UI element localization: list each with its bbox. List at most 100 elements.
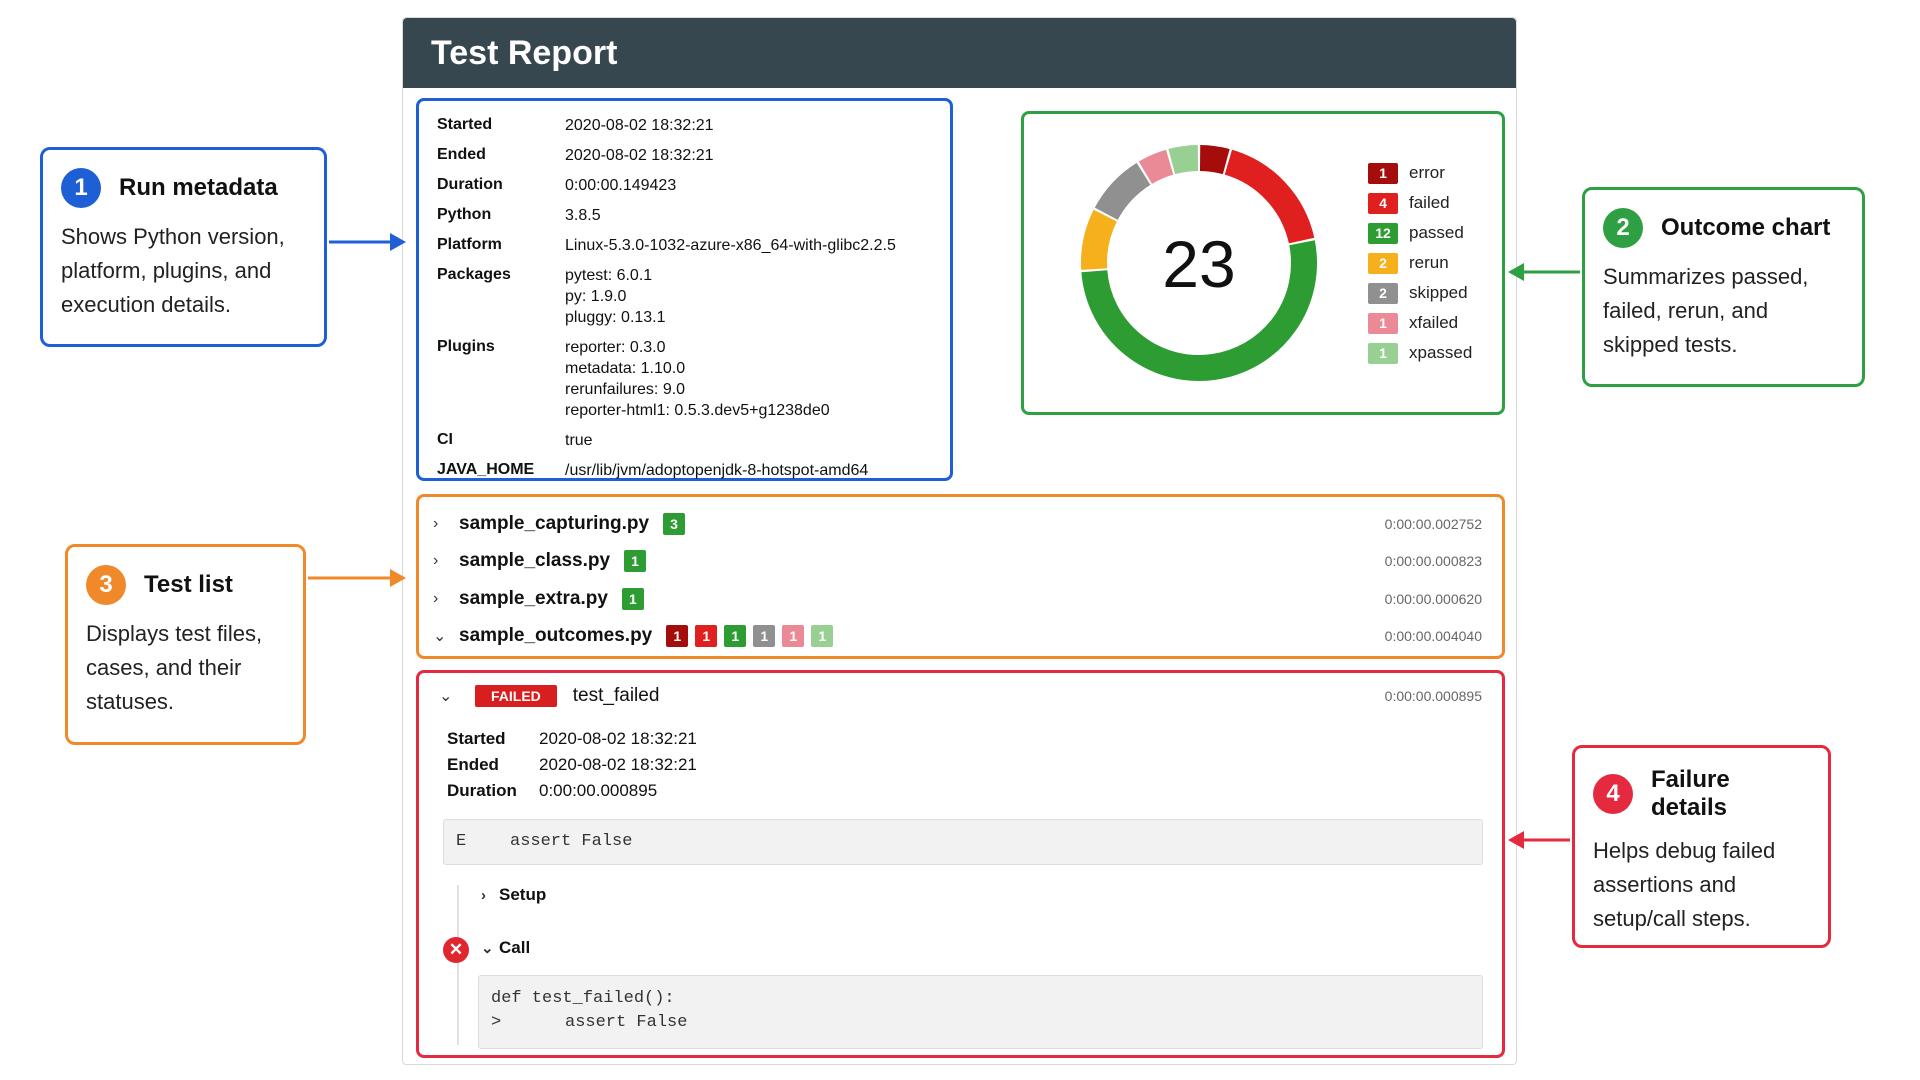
call-label: Call <box>499 938 531 957</box>
chevron-right-icon[interactable]: › <box>433 552 459 570</box>
callout-number: 2 <box>1603 208 1643 248</box>
metadata-value-line: reporter: 0.3.0 <box>565 339 666 356</box>
steps-divider <box>457 885 459 1045</box>
error-icon: ✕ <box>443 937 469 963</box>
test-file-row[interactable]: › sample_extra.py 1 0:00:00.000620 <box>419 580 1502 618</box>
failure-detail-key: Ended <box>447 755 499 774</box>
metadata-value: pytest: 6.0.1 py: 1.9.0 pluggy: 0.13.1 <box>565 265 666 328</box>
metadata-row: CI true <box>437 430 932 451</box>
metadata-key: JAVA_HOME <box>437 461 535 478</box>
test-file-name[interactable]: sample_outcomes.py <box>459 625 652 647</box>
legend-item-passed: 12 passed <box>1368 218 1472 248</box>
test-file-row[interactable]: ⌄ sample_outcomes.py 1 1 1 1 1 1 0:00:00.004040 <box>419 618 1502 656</box>
outcome-legend: 1 error 4 failed 12 passed 2 rerun 2 skipped 1 xfai… <box>1368 158 1472 368</box>
arrow-run-metadata <box>329 233 406 251</box>
failure-detail-row: Duration 0:00:00.000895 <box>447 781 697 801</box>
metadata-row: Python 3.8.5 <box>437 205 932 226</box>
test-file-duration: 0:00:00.000823 <box>1384 553 1482 570</box>
setup-step[interactable]: › Setup <box>481 885 546 905</box>
legend-count-badge: 1 <box>1368 312 1398 334</box>
test-report-panel: Test Report Started 2020-08-02 18:32:21 En… <box>402 17 1517 1065</box>
run-metadata-table: Started 2020-08-02 18:32:21 Ended 2020-08-0… <box>416 98 953 481</box>
metadata-row: Plugins reporter: 0.3.0 metadata: 1.10.0 re… <box>437 337 932 421</box>
metadata-key: Duration <box>437 176 503 193</box>
failure-detail-key: Started <box>447 729 506 748</box>
failure-detail-value: 2020-08-02 18:32:21 <box>539 729 697 748</box>
metadata-value: reporter: 0.3.0 metadata: 1.10.0 rerunfail… <box>565 337 830 421</box>
legend-count-badge: 1 <box>1368 162 1398 184</box>
setup-label: Setup <box>499 885 547 904</box>
metadata-key: Started <box>437 116 493 133</box>
metadata-value-line: 3.8.5 <box>565 207 601 224</box>
legend-label: failed <box>1409 193 1450 212</box>
failed-test-duration: 0:00:00.000895 <box>1384 688 1482 704</box>
metadata-value-line: /usr/lib/jvm/adoptopenjdk-8-hotspot-amd6… <box>565 462 869 479</box>
legend-count-badge: 12 <box>1368 222 1398 244</box>
test-file-row[interactable]: › sample_class.py 1 0:00:00.000823 <box>419 543 1502 581</box>
outcome-count-badge: 3 <box>663 512 686 535</box>
metadata-row: Duration 0:00:00.149423 <box>437 175 932 196</box>
outcome-chart: 23 1 error 4 failed 12 passed 2 rerun 2 skipped 1 x… <box>1021 111 1505 415</box>
outcome-donut-chart: 23 <box>1081 145 1317 381</box>
metadata-key: Plugins <box>437 338 495 355</box>
callout-body: Helps debug failed assertions and setup/… <box>1593 838 1776 931</box>
failed-test-details: Started 2020-08-02 18:32:21 Ended 2020-08-0… <box>447 729 697 807</box>
chevron-down-icon[interactable]: ⌄ <box>433 626 459 646</box>
test-file-name[interactable]: sample_extra.py <box>459 588 608 610</box>
assertion-error-block: Eassert False <box>443 819 1483 865</box>
metadata-value-line: py: 1.9.0 <box>565 288 627 305</box>
outcome-count-badge: 1 <box>624 550 647 573</box>
chevron-right-icon[interactable]: › <box>433 515 459 533</box>
legend-count-badge: 2 <box>1368 252 1398 274</box>
chevron-down-icon[interactable]: ⌄ <box>439 686 465 706</box>
metadata-row: JAVA_HOME/usr/lib/jvm/adoptopenjdk-8-hot… <box>437 460 932 481</box>
failed-test-header[interactable]: ⌄ FAILED test_failed 0:00:00.000895 <box>439 683 1482 709</box>
total-count-label: 23 <box>1162 227 1235 301</box>
metadata-value-line: rerunfailures: 9.0 <box>565 381 686 398</box>
chevron-right-icon[interactable]: › <box>481 887 499 904</box>
metadata-key: CI <box>437 431 453 448</box>
legend-item-error: 1 error <box>1368 158 1472 188</box>
metadata-key: Ended <box>437 146 486 163</box>
code-line: assert False <box>565 1013 688 1032</box>
test-file-row[interactable]: › sample_capturing.py 3 0:00:00.002752 <box>419 505 1502 543</box>
callout-number: 1 <box>61 168 101 208</box>
metadata-value-line: pytest: 6.0.1 <box>565 267 653 284</box>
donut-slice-xfailed <box>1138 149 1174 185</box>
metadata-value: Linux-5.3.0-1032-azure-x86_64-with-glibc… <box>565 235 896 256</box>
callout-body: Displays test files, cases, and their st… <box>86 621 263 714</box>
callout-run-metadata: 1 Run metadata Shows Python version, pla… <box>40 147 327 347</box>
chevron-down-icon[interactable]: ⌄ <box>481 939 499 957</box>
legend-label: passed <box>1409 223 1464 242</box>
call-step[interactable]: ⌄ Call <box>481 938 530 958</box>
callout-body: Summarizes passed, failed, rerun, and sk… <box>1603 264 1809 357</box>
failure-details: ⌄ FAILED test_failed 0:00:00.000895 Star… <box>416 670 1505 1058</box>
outcome-count-badge: 1 <box>724 625 747 648</box>
metadata-value: 3.8.5 <box>565 205 601 226</box>
metadata-value-line: 2020-08-02 18:32:21 <box>565 147 714 164</box>
metadata-key: Platform <box>437 236 502 253</box>
test-file-name[interactable]: sample_capturing.py <box>459 513 649 535</box>
code-marker: > <box>491 1013 502 1032</box>
metadata-value-line: Linux-5.3.0-1032-azure-x86_64-with-glibc… <box>565 237 896 254</box>
legend-label: xfailed <box>1409 313 1459 332</box>
donut-slice-skipped <box>1094 162 1151 221</box>
failure-detail-value: 0:00:00.000895 <box>539 781 658 800</box>
outcome-count-badge: 1 <box>666 625 689 648</box>
callout-number: 4 <box>1593 774 1633 814</box>
test-file-duration: 0:00:00.004040 <box>1384 628 1482 645</box>
failed-test-name: test_failed <box>572 685 660 706</box>
metadata-value-line: reporter-html1: 0.5.3.dev5+g1238de0 <box>565 402 830 419</box>
legend-item-xpassed: 1 xpassed <box>1368 338 1472 368</box>
chevron-right-icon[interactable]: › <box>433 590 459 608</box>
test-file-name[interactable]: sample_class.py <box>459 550 610 572</box>
code-line: def test_failed(): <box>491 989 675 1008</box>
arrow-test-list <box>308 569 406 587</box>
metadata-value: /usr/lib/jvm/adoptopenjdk-8-hotspot-amd6… <box>565 460 868 481</box>
legend-item-failed: 4 failed <box>1368 188 1472 218</box>
metadata-value-line: pluggy: 0.13.1 <box>565 309 666 326</box>
report-title: Test Report <box>431 33 618 72</box>
legend-count-badge: 2 <box>1368 282 1398 304</box>
report-header: Test Report <box>403 18 1516 88</box>
metadata-row: Ended 2020-08-02 18:32:21 <box>437 145 932 166</box>
